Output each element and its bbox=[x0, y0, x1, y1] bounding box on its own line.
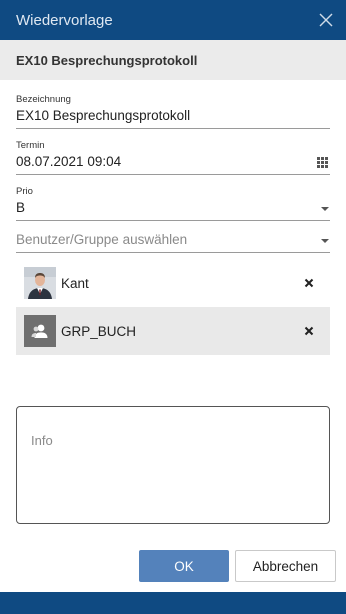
bezeichnung-input[interactable]: EX10 Besprechungsprotokoll bbox=[16, 106, 330, 128]
bezeichnung-label: Bezeichnung bbox=[16, 94, 71, 105]
chevron-down-icon[interactable] bbox=[321, 207, 329, 211]
calendar-icon[interactable] bbox=[317, 155, 328, 168]
member-row-kant[interactable]: Kant bbox=[16, 259, 330, 307]
cancel-button[interactable]: Abbrechen bbox=[235, 550, 336, 582]
info-textarea[interactable]: Info bbox=[16, 406, 330, 524]
user-group-placeholder[interactable]: Benutzer/Gruppe auswählen bbox=[16, 230, 330, 252]
info-placeholder: Info bbox=[31, 433, 53, 448]
footer-bar bbox=[0, 592, 346, 614]
bezeichnung-field[interactable]: Bezeichnung EX10 Besprechungsprotokoll bbox=[16, 94, 330, 129]
prio-value[interactable]: B bbox=[16, 198, 330, 220]
termin-field[interactable]: Termin 08.07.2021 09:04 bbox=[16, 140, 330, 175]
chevron-down-icon[interactable] bbox=[321, 239, 329, 243]
user-avatar bbox=[24, 267, 56, 299]
termin-label: Termin bbox=[16, 140, 45, 151]
document-subtitle: EX10 Besprechungsprotokoll bbox=[0, 40, 346, 80]
prio-label: Prio bbox=[16, 186, 33, 197]
ok-button[interactable]: OK bbox=[139, 550, 229, 582]
group-icon bbox=[24, 315, 56, 347]
dialog-title: Wiedervorlage bbox=[16, 11, 113, 29]
member-row-grp-buch[interactable]: GRP_BUCH bbox=[16, 307, 330, 355]
prio-select[interactable]: Prio B bbox=[16, 186, 330, 221]
remove-member-icon[interactable] bbox=[302, 276, 316, 290]
dialog-titlebar: Wiedervorlage bbox=[0, 0, 346, 40]
subtitle-text: EX10 Besprechungsprotokoll bbox=[16, 52, 198, 68]
user-group-select[interactable]: Benutzer/Gruppe auswählen bbox=[16, 230, 330, 253]
member-name: Kant bbox=[61, 275, 89, 291]
member-name: GRP_BUCH bbox=[61, 323, 137, 339]
close-icon[interactable] bbox=[316, 10, 336, 30]
termin-input[interactable]: 08.07.2021 09:04 bbox=[16, 152, 330, 174]
remove-member-icon[interactable] bbox=[302, 324, 316, 338]
